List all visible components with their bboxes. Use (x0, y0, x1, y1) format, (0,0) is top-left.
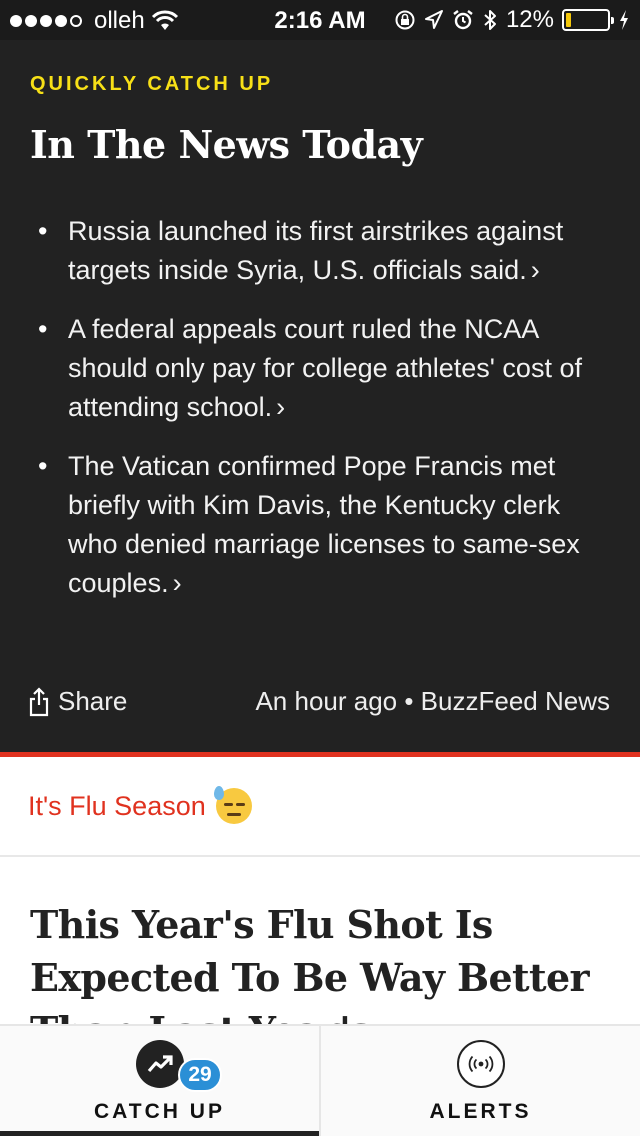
news-bullet-item[interactable]: A federal appeals court ruled the NCAA s… (38, 310, 608, 427)
tab-label: ALERTS (429, 1100, 532, 1123)
section-header[interactable]: It's Flu Season (0, 757, 640, 857)
news-bullet-item[interactable]: The Vatican confirmed Pope Francis met b… (38, 447, 608, 603)
news-bullet-text: Russia launched its first airstrikes aga… (68, 216, 564, 285)
active-tab-indicator (0, 1131, 320, 1136)
section-label: It's Flu Season (28, 790, 206, 821)
chevron-right-icon: › (530, 255, 540, 285)
charging-bolt-icon (620, 10, 628, 30)
orientation-lock-icon (395, 10, 415, 30)
battery-percent: 12% (505, 6, 554, 33)
share-icon (29, 686, 49, 716)
card-footer: Share An hour ago • BuzzFeed News (28, 686, 610, 717)
chevron-right-icon: › (276, 392, 286, 422)
status-right: 12% (394, 6, 630, 34)
catch-up-badge: 29 (178, 1058, 222, 1092)
battery-icon (562, 9, 614, 31)
tab-label: CATCH UP (94, 1100, 225, 1123)
trending-arrow-icon (135, 1040, 184, 1088)
share-label: Share (58, 686, 128, 716)
card-headline: In The News Today (30, 122, 423, 167)
broadcast-icon (456, 1040, 505, 1088)
card-eyebrow: QUICKLY CATCH UP (30, 73, 274, 95)
status-bar: olleh 2:16 AM 12% (0, 0, 640, 40)
tab-catch-up[interactable]: 29 CATCH UP (0, 1026, 320, 1136)
alarm-icon (453, 10, 473, 30)
location-arrow-icon (424, 10, 443, 29)
share-button[interactable]: Share (28, 686, 127, 717)
article-title[interactable]: This Year's Flu Shot Is Expected To Be W… (30, 898, 620, 1026)
news-bullet-item[interactable]: Russia launched its first airstrikes aga… (38, 212, 608, 290)
chevron-right-icon: › (172, 568, 182, 598)
news-bullet-list: Russia launched its first airstrikes aga… (38, 212, 608, 623)
battery-level-fill (566, 13, 571, 27)
news-bullet-text: A federal appeals court ruled the NCAA s… (68, 314, 582, 422)
news-today-card[interactable]: QUICKLY CATCH UP In The News Today Russi… (0, 40, 640, 752)
news-bullet-text: The Vatican confirmed Pope Francis met b… (68, 451, 580, 598)
card-meta: An hour ago • BuzzFeed News (255, 686, 610, 716)
bluetooth-icon (484, 10, 496, 30)
tab-alerts[interactable]: ALERTS (319, 1026, 640, 1136)
tab-bar: 29 CATCH UP ALERTS (0, 1024, 640, 1136)
downcast-face-sweat-emoji (213, 786, 252, 824)
